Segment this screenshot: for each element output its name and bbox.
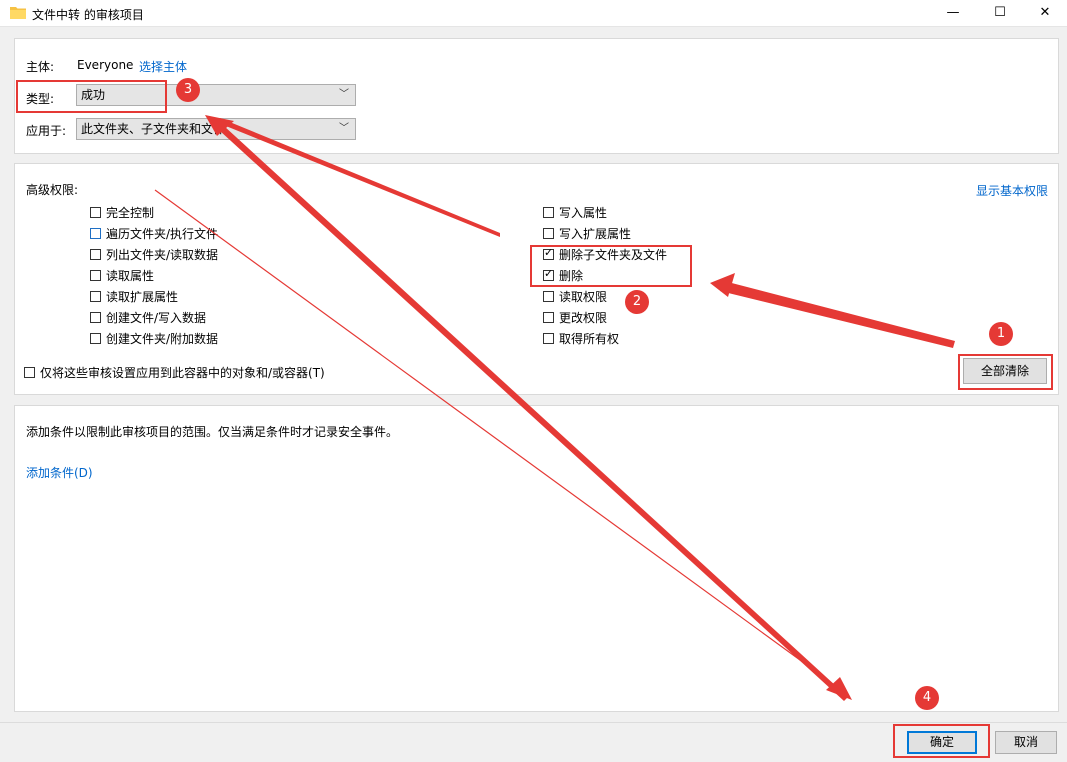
title-bar: 文件中转 的审核项目 — ☐ ✕ xyxy=(0,0,1067,27)
annotation-badge-2: 2 xyxy=(625,290,649,314)
checkbox-unchecked[interactable] xyxy=(90,291,101,302)
footer-divider xyxy=(0,722,1067,723)
permission-checkbox[interactable]: 创建文件/写入数据 xyxy=(90,310,206,326)
apply-to-label: 应用于: xyxy=(26,124,67,138)
highlight-box-delete xyxy=(530,245,692,287)
highlight-box-ok xyxy=(893,724,990,758)
principal-label: 主体: xyxy=(26,60,55,74)
permission-checkbox[interactable]: 完全控制 xyxy=(90,205,154,221)
chevron-down-icon: ﹀ xyxy=(339,89,349,100)
permission-label: 读取属性 xyxy=(106,269,155,283)
condition-panel: 添加条件以限制此审核项目的范围。仅当满足条件时才记录安全事件。 添加条件(D) xyxy=(14,405,1059,712)
permission-label: 完全控制 xyxy=(106,206,155,220)
minimize-button[interactable]: — xyxy=(930,0,976,26)
permission-checkbox[interactable]: 创建文件夹/附加数据 xyxy=(90,331,218,347)
advanced-permissions-heading: 高级权限: xyxy=(26,183,79,197)
checkbox-unchecked[interactable] xyxy=(543,312,554,323)
cancel-button[interactable]: 取消 xyxy=(995,731,1057,754)
checkbox-unchecked[interactable] xyxy=(543,333,554,344)
permission-label: 遍历文件夹/执行文件 xyxy=(106,227,219,241)
permission-label: 更改权限 xyxy=(559,311,608,325)
permission-label: 写入扩展属性 xyxy=(559,227,632,241)
permission-checkbox[interactable]: 写入属性 xyxy=(543,205,607,221)
permission-label: 创建文件/写入数据 xyxy=(106,311,207,325)
apply-to-select-value: 此文件夹、子文件夹和文件 xyxy=(81,122,226,136)
maximize-button[interactable]: ☐ xyxy=(977,0,1023,26)
checkbox-box[interactable] xyxy=(24,367,35,378)
permission-label: 写入属性 xyxy=(559,206,608,220)
checkbox-unchecked[interactable] xyxy=(90,249,101,260)
add-condition-link[interactable]: 添加条件(D) xyxy=(26,464,93,481)
show-basic-permissions-link[interactable]: 显示基本权限 xyxy=(976,182,1048,199)
permission-checkbox[interactable]: 列出文件夹/读取数据 xyxy=(90,247,218,263)
permission-checkbox[interactable]: 更改权限 xyxy=(543,310,607,326)
select-principal-link[interactable]: 选择主体 xyxy=(139,58,187,75)
annotation-badge-4: 4 xyxy=(915,686,939,710)
principal-panel: 主体: Everyone 选择主体 类型: 成功 ﹀ 应用于: 此文件夹、子文件… xyxy=(14,38,1059,154)
chevron-down-icon: ﹀ xyxy=(339,123,349,134)
permission-checkbox[interactable]: 读取扩展属性 xyxy=(90,289,178,305)
folder-icon xyxy=(10,7,26,19)
apply-only-container-label: 仅将这些审核设置应用到此容器中的对象和/或容器(T) xyxy=(40,366,325,380)
checkbox-unchecked[interactable] xyxy=(543,228,554,239)
checkbox-unchecked[interactable] xyxy=(90,228,101,239)
permission-label: 创建文件夹/附加数据 xyxy=(106,332,219,346)
permission-checkbox[interactable]: 读取权限 xyxy=(543,289,607,305)
annotation-badge-3: 3 xyxy=(176,78,200,102)
checkbox-unchecked[interactable] xyxy=(90,312,101,323)
apply-only-container-checkbox[interactable]: 仅将这些审核设置应用到此容器中的对象和/或容器(T) xyxy=(24,365,325,381)
permission-checkbox[interactable]: 写入扩展属性 xyxy=(543,226,631,242)
apply-to-select[interactable]: 此文件夹、子文件夹和文件 ﹀ xyxy=(76,118,356,140)
checkbox-unchecked[interactable] xyxy=(543,207,554,218)
principal-value: Everyone xyxy=(77,58,134,72)
checkbox-unchecked[interactable] xyxy=(543,291,554,302)
permission-label: 读取权限 xyxy=(559,290,608,304)
highlight-box-clear-all xyxy=(958,354,1053,390)
annotation-badge-1: 1 xyxy=(989,322,1013,346)
permission-label: 取得所有权 xyxy=(559,332,620,346)
permission-checkbox[interactable]: 遍历文件夹/执行文件 xyxy=(90,226,218,242)
checkbox-unchecked[interactable] xyxy=(90,207,101,218)
permission-checkbox[interactable]: 读取属性 xyxy=(90,268,154,284)
close-button[interactable]: ✕ xyxy=(1022,0,1067,26)
window-title: 文件中转 的审核项目 xyxy=(32,8,144,22)
checkbox-unchecked[interactable] xyxy=(90,270,101,281)
highlight-box-type xyxy=(16,80,167,113)
checkbox-unchecked[interactable] xyxy=(90,333,101,344)
permission-checkbox[interactable]: 取得所有权 xyxy=(543,331,619,347)
permission-label: 列出文件夹/读取数据 xyxy=(106,248,219,262)
condition-description: 添加条件以限制此审核项目的范围。仅当满足条件时才记录安全事件。 xyxy=(26,425,399,439)
permission-label: 读取扩展属性 xyxy=(106,290,179,304)
